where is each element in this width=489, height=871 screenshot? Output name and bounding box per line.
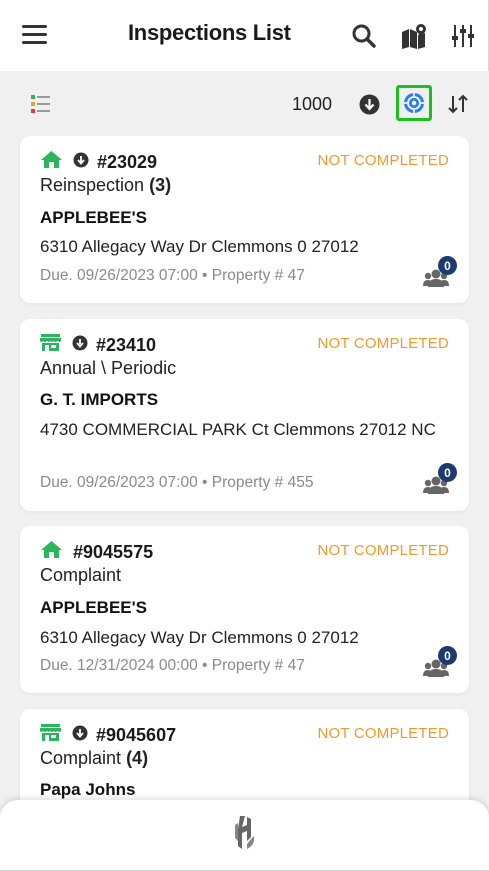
page-title: Inspections List bbox=[128, 20, 291, 45]
sort-arrows-icon[interactable] bbox=[446, 92, 470, 116]
assigned-people[interactable]: 0 bbox=[423, 646, 459, 682]
assigned-people[interactable]: 0 bbox=[423, 463, 459, 499]
due-date: Due. 09/26/2023 07:00 bbox=[40, 267, 198, 284]
hamburger-menu-icon[interactable] bbox=[22, 24, 48, 46]
inspection-card[interactable]: #9045575 NOT COMPLETED Complaint APPLEBE… bbox=[20, 526, 469, 693]
download-status-icon bbox=[72, 725, 88, 746]
establishment-name: APPLEBEE'S bbox=[40, 598, 148, 617]
people-count-badge: 0 bbox=[438, 646, 457, 665]
property-number: Property # 455 bbox=[211, 474, 314, 491]
inspection-id: #23410 bbox=[96, 334, 157, 355]
inspection-card[interactable]: #23029 NOT COMPLETED Reinspection (3) AP… bbox=[20, 136, 469, 303]
inspection-type-label: Complaint bbox=[40, 748, 122, 768]
house-icon bbox=[40, 540, 63, 564]
inspection-type: Complaint (4) bbox=[40, 748, 148, 769]
people-count-badge: 0 bbox=[438, 256, 457, 275]
address: 4730 COMMERCIAL PARK Ct Clemmons 27012 N… bbox=[40, 420, 436, 439]
due-date: Due. 12/31/2024 00:00 bbox=[40, 657, 198, 674]
app-logo[interactable] bbox=[229, 814, 259, 852]
inspection-type-count: (4) bbox=[126, 748, 149, 768]
inspection-type: Reinspection (3) bbox=[40, 175, 171, 196]
due-date: Due. 09/26/2023 07:00 bbox=[40, 474, 198, 491]
list-toolbar bbox=[0, 71, 489, 137]
sliders-filter-icon[interactable] bbox=[451, 22, 475, 50]
inspection-type-count: (3) bbox=[149, 175, 172, 195]
establishment-name: G. T. IMPORTS bbox=[40, 390, 159, 409]
download-circle-icon[interactable] bbox=[358, 93, 380, 115]
inspection-type-label: Complaint bbox=[40, 565, 122, 585]
due-property-line: Due. 09/26/2023 07:00 • Property # 47 bbox=[40, 267, 305, 284]
inspection-id: #9045607 bbox=[96, 724, 177, 745]
record-count: 1000 bbox=[292, 94, 333, 114]
download-status-icon bbox=[73, 152, 89, 173]
map-pin-icon[interactable] bbox=[400, 22, 428, 50]
inspection-type-label: Annual \ Periodic bbox=[40, 358, 177, 378]
status-badge: NOT COMPLETED bbox=[317, 152, 449, 169]
bottom-bar bbox=[0, 800, 489, 871]
inspection-type: Complaint bbox=[40, 565, 121, 586]
establishment-name: Papa Johns bbox=[40, 780, 136, 799]
address: 6310 Allegacy Way Dr Clemmons 0 27012 bbox=[40, 237, 359, 256]
due-property-line: Due. 09/26/2023 07:00 • Property # 455 bbox=[40, 474, 314, 491]
download-status-icon bbox=[72, 335, 88, 356]
gps-locate-icon[interactable] bbox=[396, 85, 432, 121]
assigned-people[interactable]: 0 bbox=[423, 256, 459, 292]
people-count-badge: 0 bbox=[438, 463, 457, 482]
house-icon bbox=[40, 150, 63, 174]
address: 6310 Allegacy Way Dr Clemmons 0 27012 bbox=[40, 628, 359, 647]
inspection-id: #23029 bbox=[97, 151, 158, 172]
inspection-card[interactable]: #23410 NOT COMPLETED Annual \ Periodic G… bbox=[20, 319, 469, 511]
status-badge: NOT COMPLETED bbox=[317, 725, 449, 742]
search-icon[interactable] bbox=[350, 22, 378, 50]
due-property-line: Due. 12/31/2024 00:00 • Property # 47 bbox=[40, 657, 305, 674]
inspection-id: #9045575 bbox=[73, 541, 154, 562]
property-number: Property # 47 bbox=[211, 657, 305, 674]
color-legend-list-icon[interactable] bbox=[30, 93, 52, 115]
status-badge: NOT COMPLETED bbox=[317, 335, 449, 352]
property-number: Property # 47 bbox=[211, 267, 305, 284]
storefront-icon bbox=[40, 333, 61, 357]
status-badge: NOT COMPLETED bbox=[317, 542, 449, 559]
storefront-icon bbox=[40, 723, 61, 747]
app-bar: Inspections List bbox=[0, 0, 489, 71]
inspection-type: Annual \ Periodic bbox=[40, 358, 176, 379]
establishment-name: APPLEBEE'S bbox=[40, 208, 148, 227]
inspection-type-label: Reinspection bbox=[40, 175, 145, 195]
